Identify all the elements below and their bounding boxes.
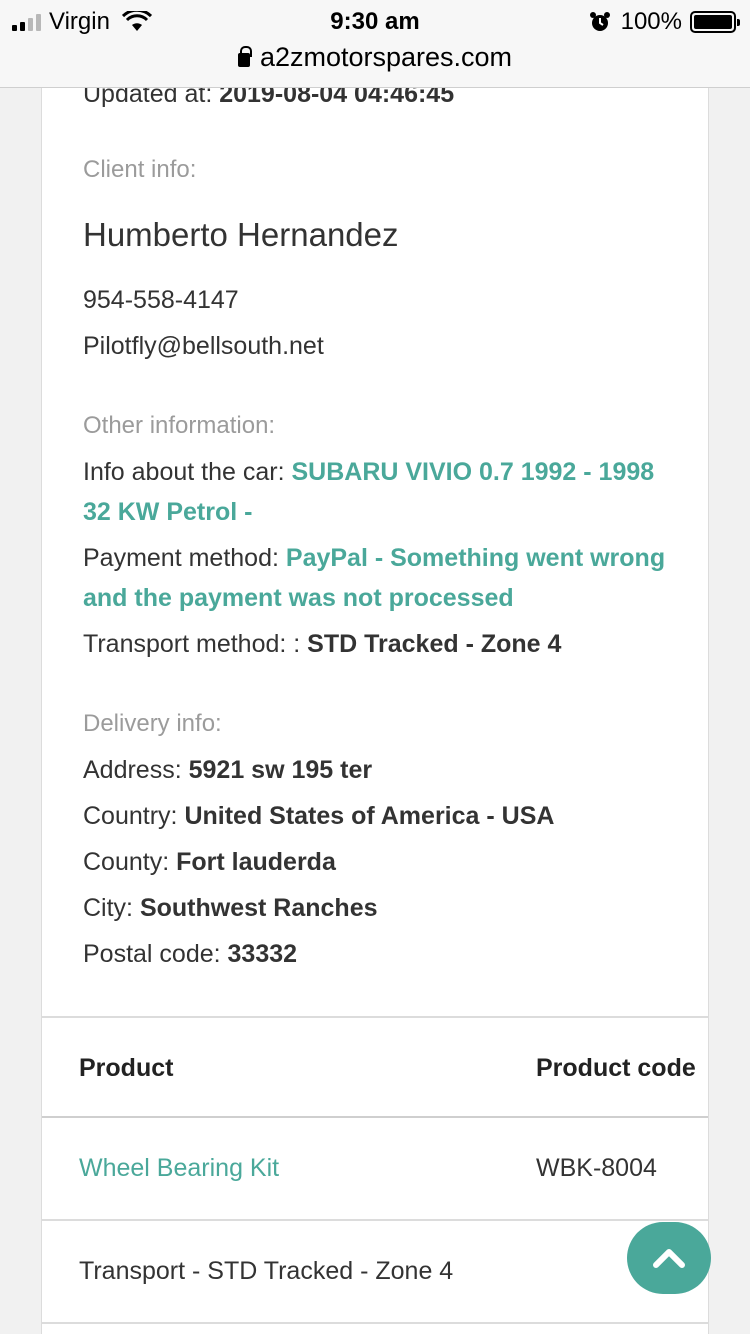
battery-percent: 100% — [620, 8, 682, 35]
battery-icon — [690, 11, 740, 33]
client-email-link[interactable]: Pilotfly@bellsouth.net — [83, 332, 324, 361]
city-value: Southwest Ranches — [139, 894, 378, 922]
table-row: Transport - STD Tracked - Zone 4 — [42, 1221, 708, 1324]
postal-value: 33332 — [227, 940, 298, 968]
country-value: United States of America - USA — [184, 802, 555, 830]
address-label: Address: — [83, 756, 189, 784]
transport-line: Transport method: : STD Tracked - Zone 4 — [83, 630, 561, 659]
car-info-line1: Info about the car: SUBARU VIVIO 0.7 199… — [83, 458, 654, 487]
alarm-icon — [589, 12, 610, 31]
other-info-heading: Other information: — [83, 412, 276, 439]
country-line: Country: United States of America - USA — [83, 802, 554, 831]
city-line: City: Southwest Ranches — [83, 894, 378, 923]
car-info-label: Info about the car: — [83, 458, 292, 486]
address-bar[interactable]: a2zmotorspares.com — [0, 42, 750, 73]
payment-label: Payment method: — [83, 544, 286, 572]
address-value: 5921 sw 195 ter — [188, 756, 373, 784]
county-value: Fort lauderda — [176, 848, 336, 876]
car-info-value-cont: 32 KW Petrol - — [83, 498, 253, 526]
scroll-to-top-button[interactable] — [627, 1222, 711, 1294]
status-bar: Virgin 9:30 am 100% a2zmotorspares.com — [0, 0, 750, 88]
products-table-header: Product Product code — [42, 1016, 708, 1118]
address-line: Address: 5921 sw 195 ter — [83, 756, 372, 785]
order-card: Updated at: 2019-08-04 04:46:45 Client i… — [41, 80, 709, 1334]
transport-label: Transport method: : — [83, 630, 308, 658]
client-info-heading: Client info: — [83, 156, 197, 183]
product-code: WBK-8004 — [536, 1154, 657, 1182]
header-product: Product — [79, 1054, 174, 1082]
car-info-value: SUBARU VIVIO 0.7 1992 - 1998 — [291, 458, 655, 486]
transport-value: STD Tracked - Zone 4 — [307, 630, 562, 658]
county-label: County: — [83, 848, 177, 876]
payment-value: PayPal - Something went wrong — [285, 544, 666, 572]
client-phone-link[interactable]: 954-558-4147 — [83, 286, 239, 315]
status-right: 100% — [589, 8, 740, 36]
county-line: County: Fort lauderda — [83, 848, 336, 877]
table-row: Wheel Bearing Kit WBK-8004 — [42, 1118, 708, 1221]
url-text: a2zmotorspares.com — [259, 42, 513, 72]
lock-icon — [237, 46, 252, 67]
client-name: Humberto Hernandez — [83, 216, 399, 253]
payment-line2: and the payment was not processed — [83, 584, 514, 613]
payment-line1: Payment method: PayPal - Something went … — [83, 544, 665, 573]
city-label: City: — [83, 894, 140, 922]
payment-value-cont: and the payment was not processed — [83, 584, 514, 612]
transport-item: Transport - STD Tracked - Zone 4 — [79, 1257, 454, 1285]
product-link[interactable]: Wheel Bearing Kit — [79, 1154, 279, 1183]
country-label: Country: — [83, 802, 185, 830]
postal-label: Postal code: — [83, 940, 228, 968]
car-info-line2: 32 KW Petrol - — [83, 498, 252, 527]
chevron-up-icon — [653, 1249, 685, 1268]
header-product-code: Product code — [536, 1054, 696, 1082]
delivery-info-heading: Delivery info: — [83, 710, 222, 737]
postal-line: Postal code: 33332 — [83, 940, 297, 969]
